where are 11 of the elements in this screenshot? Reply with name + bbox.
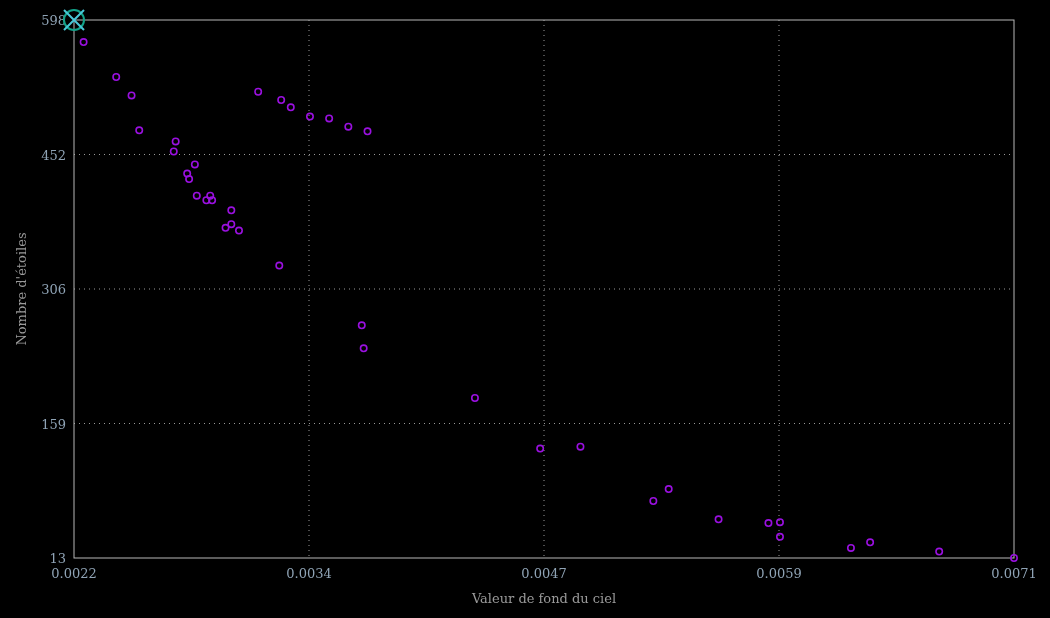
y-tick-label: 306 bbox=[41, 282, 66, 297]
x-axis-title: Valeur de fond du ciel bbox=[471, 591, 617, 606]
x-tick-label: 0.0022 bbox=[51, 566, 97, 581]
x-tick-label: 0.0047 bbox=[521, 566, 567, 581]
y-tick-label: 13 bbox=[49, 551, 66, 566]
x-tick-label: 0.0059 bbox=[756, 566, 802, 581]
x-tick-label: 0.0034 bbox=[286, 566, 332, 581]
y-axis-title: Nombre d'étoiles bbox=[14, 232, 29, 346]
y-tick-label: 452 bbox=[41, 147, 66, 163]
x-tick-label: 0.0071 bbox=[991, 566, 1037, 581]
y-tick-label: 159 bbox=[41, 416, 66, 432]
